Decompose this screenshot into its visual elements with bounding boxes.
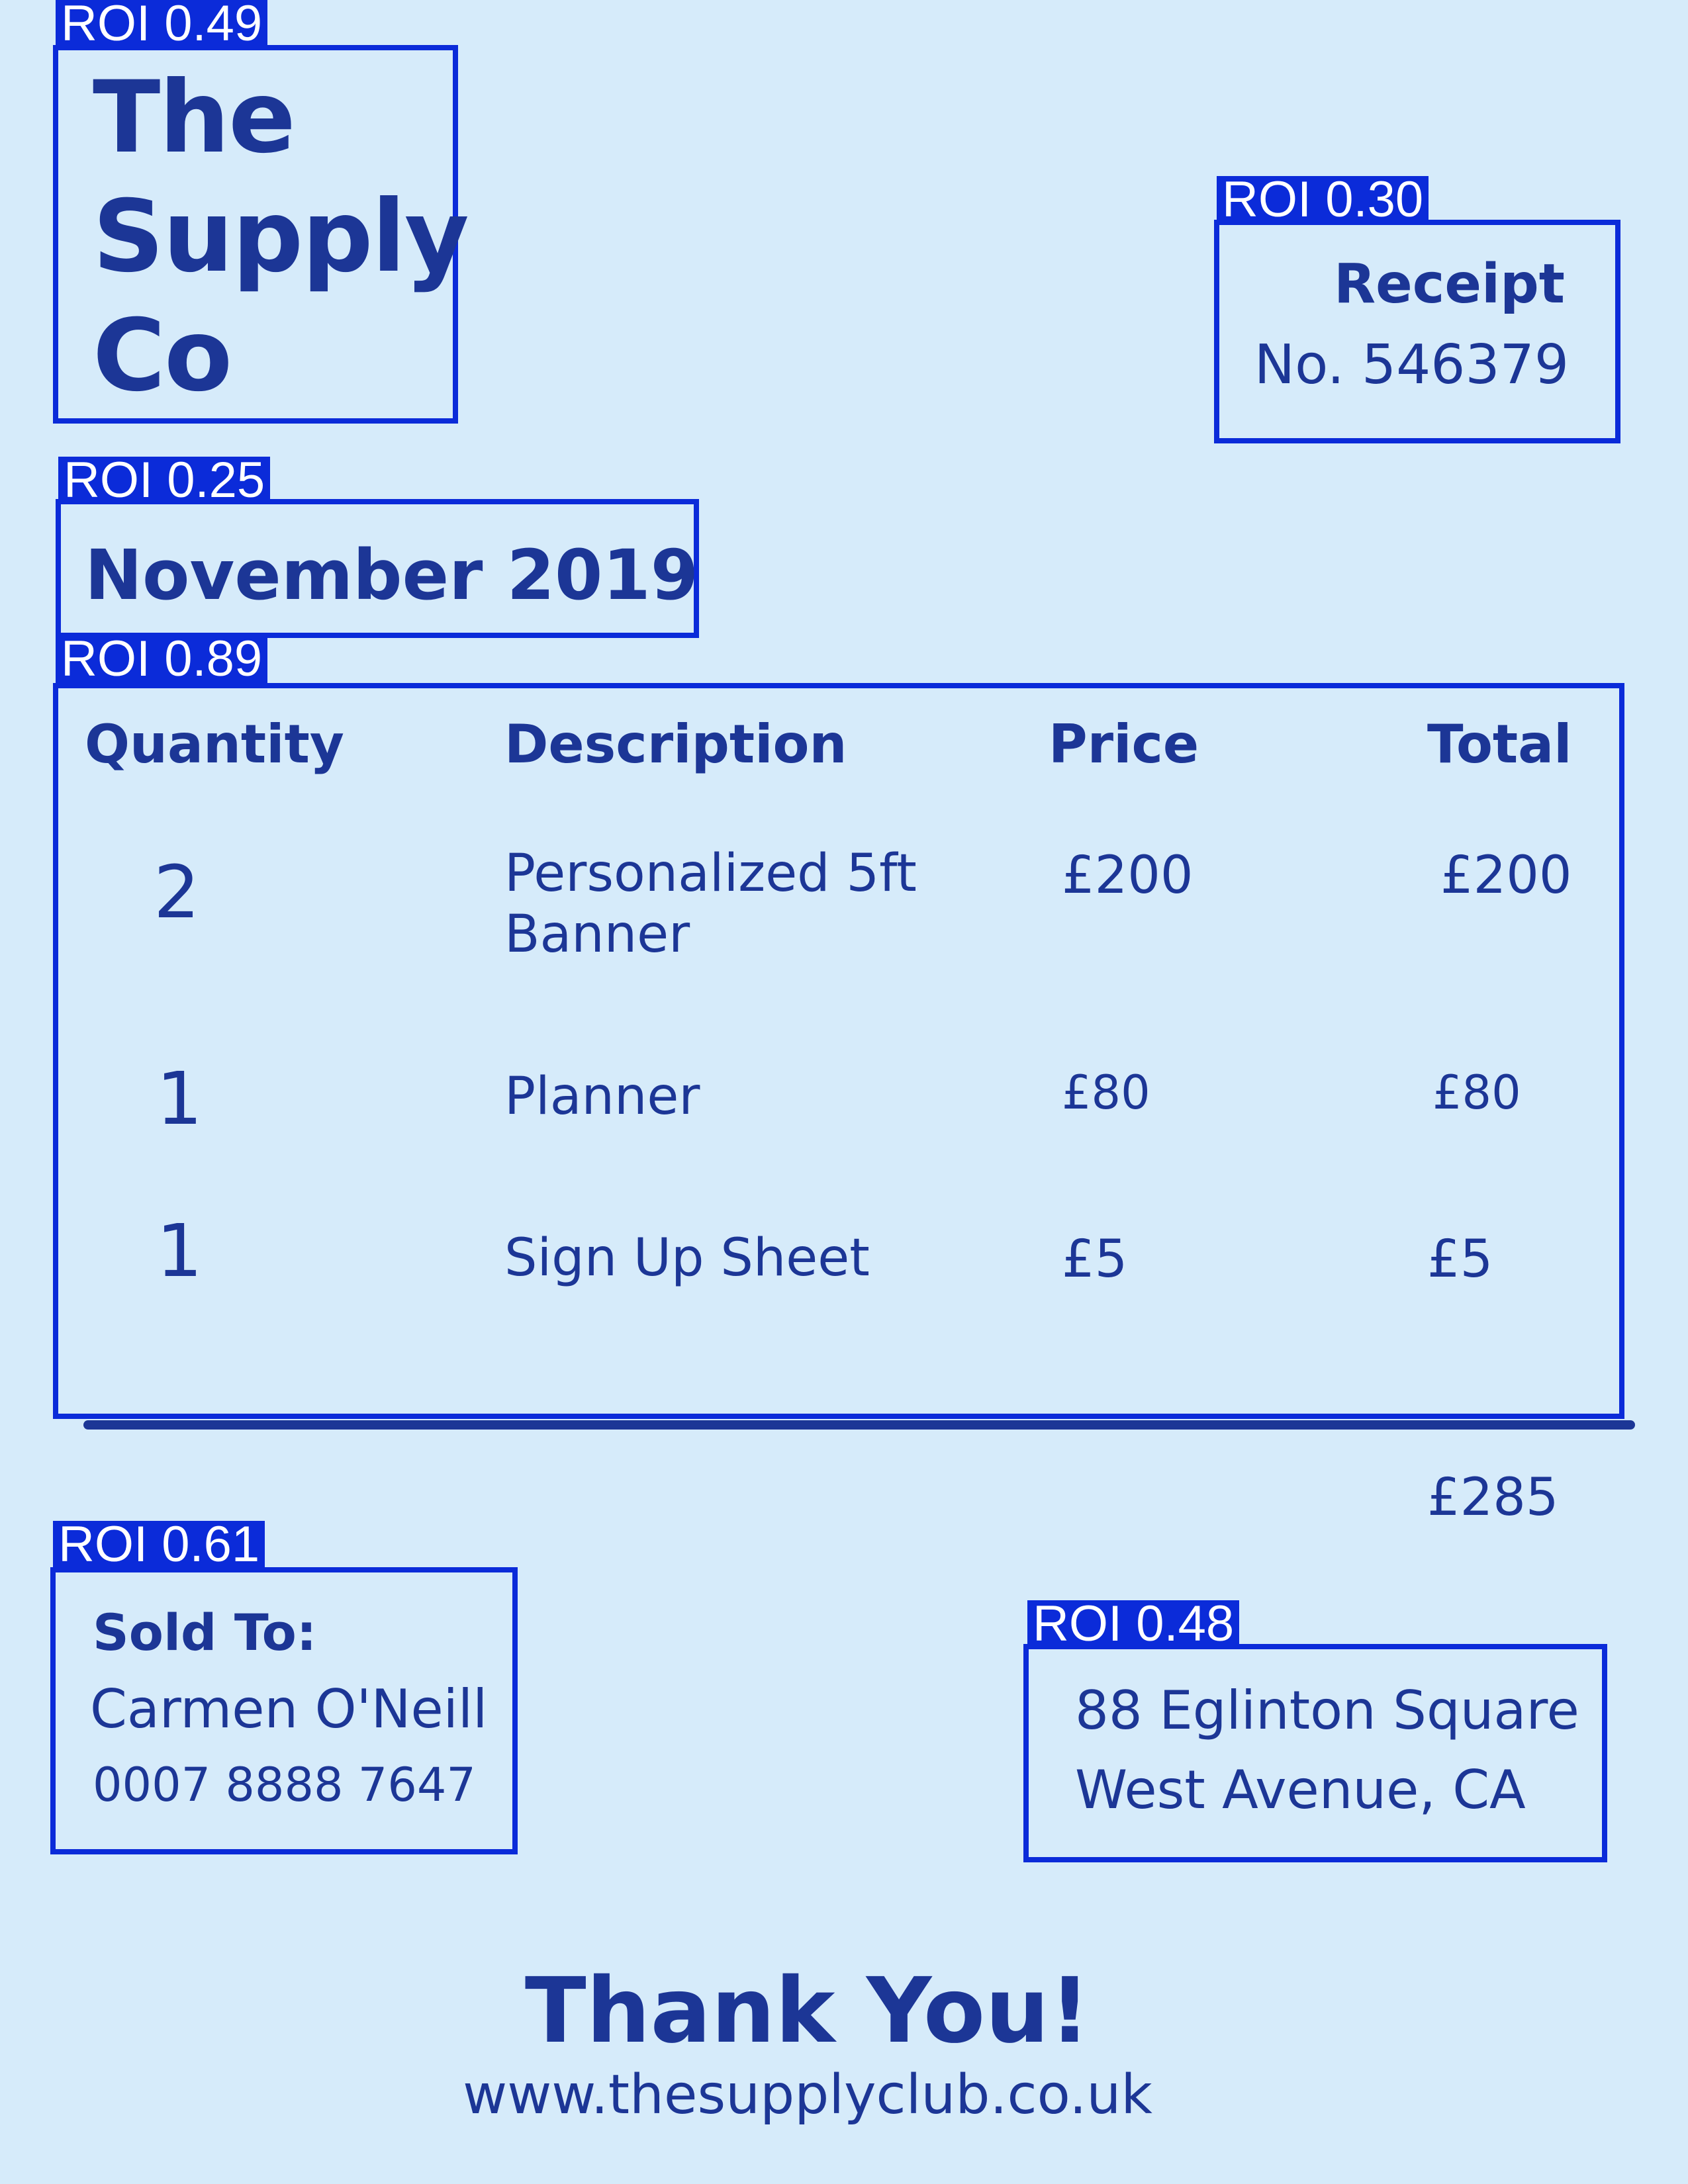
row-quantity: 1 <box>156 1056 203 1141</box>
roi-box-table <box>53 683 1624 1419</box>
col-header-quantity: Quantity <box>85 713 344 775</box>
row-description: Sign Up Sheet <box>504 1228 870 1288</box>
roi-score-receipt: ROI 0.30 <box>1217 175 1429 225</box>
row-quantity: 2 <box>154 850 200 934</box>
roi-score-address: ROI 0.48 <box>1027 1599 1240 1649</box>
brand-line-3: Co <box>93 298 232 414</box>
row-description-line-2: Banner <box>504 905 690 964</box>
row-total: £80 <box>1432 1066 1521 1120</box>
address-line-1: 88 Eglinton Square <box>1075 1680 1579 1741</box>
brand-line-2: Supply <box>93 179 469 295</box>
brand-line-1: The <box>93 60 296 175</box>
thank-you-heading: Thank You! <box>524 1959 1091 2064</box>
row-total: £200 <box>1440 846 1572 905</box>
roi-box-address <box>1023 1644 1607 1862</box>
roi-score-brand: ROI 0.49 <box>56 0 268 49</box>
receipt-date: November 2019 <box>85 535 699 615</box>
roi-score-sold-to: ROI 0.61 <box>53 1520 265 1570</box>
row-price: £80 <box>1062 1066 1150 1120</box>
address-line-2: West Avenue, CA <box>1075 1759 1526 1821</box>
website-link[interactable]: www.thesupplyclub.co.uk <box>0 2064 1615 2126</box>
row-price: £5 <box>1062 1230 1128 1289</box>
row-quantity: 1 <box>156 1208 203 1293</box>
row-total: £5 <box>1427 1230 1493 1289</box>
col-header-description: Description <box>504 713 847 775</box>
row-description: Planner <box>504 1067 700 1126</box>
grand-total: £285 <box>1427 1468 1559 1527</box>
sold-to-label: Sold To: <box>93 1603 317 1662</box>
row-description-line-1: Personalized 5ft <box>504 844 917 903</box>
row-price: £200 <box>1062 846 1194 905</box>
customer-name: Carmen O'Neill <box>90 1678 488 1740</box>
col-header-total: Total <box>1427 713 1572 775</box>
receipt-title: Receipt <box>1334 253 1565 316</box>
row-description: Personalized 5ft Banner <box>504 843 917 965</box>
customer-phone: 0007 8888 7647 <box>93 1758 476 1812</box>
brand-name: The Supply Co <box>93 58 469 416</box>
roi-score-date: ROI 0.25 <box>58 455 271 506</box>
receipt-number: No. 546379 <box>1254 334 1569 396</box>
total-divider <box>83 1420 1635 1430</box>
col-header-price: Price <box>1049 713 1199 775</box>
roi-score-table: ROI 0.89 <box>56 634 268 684</box>
